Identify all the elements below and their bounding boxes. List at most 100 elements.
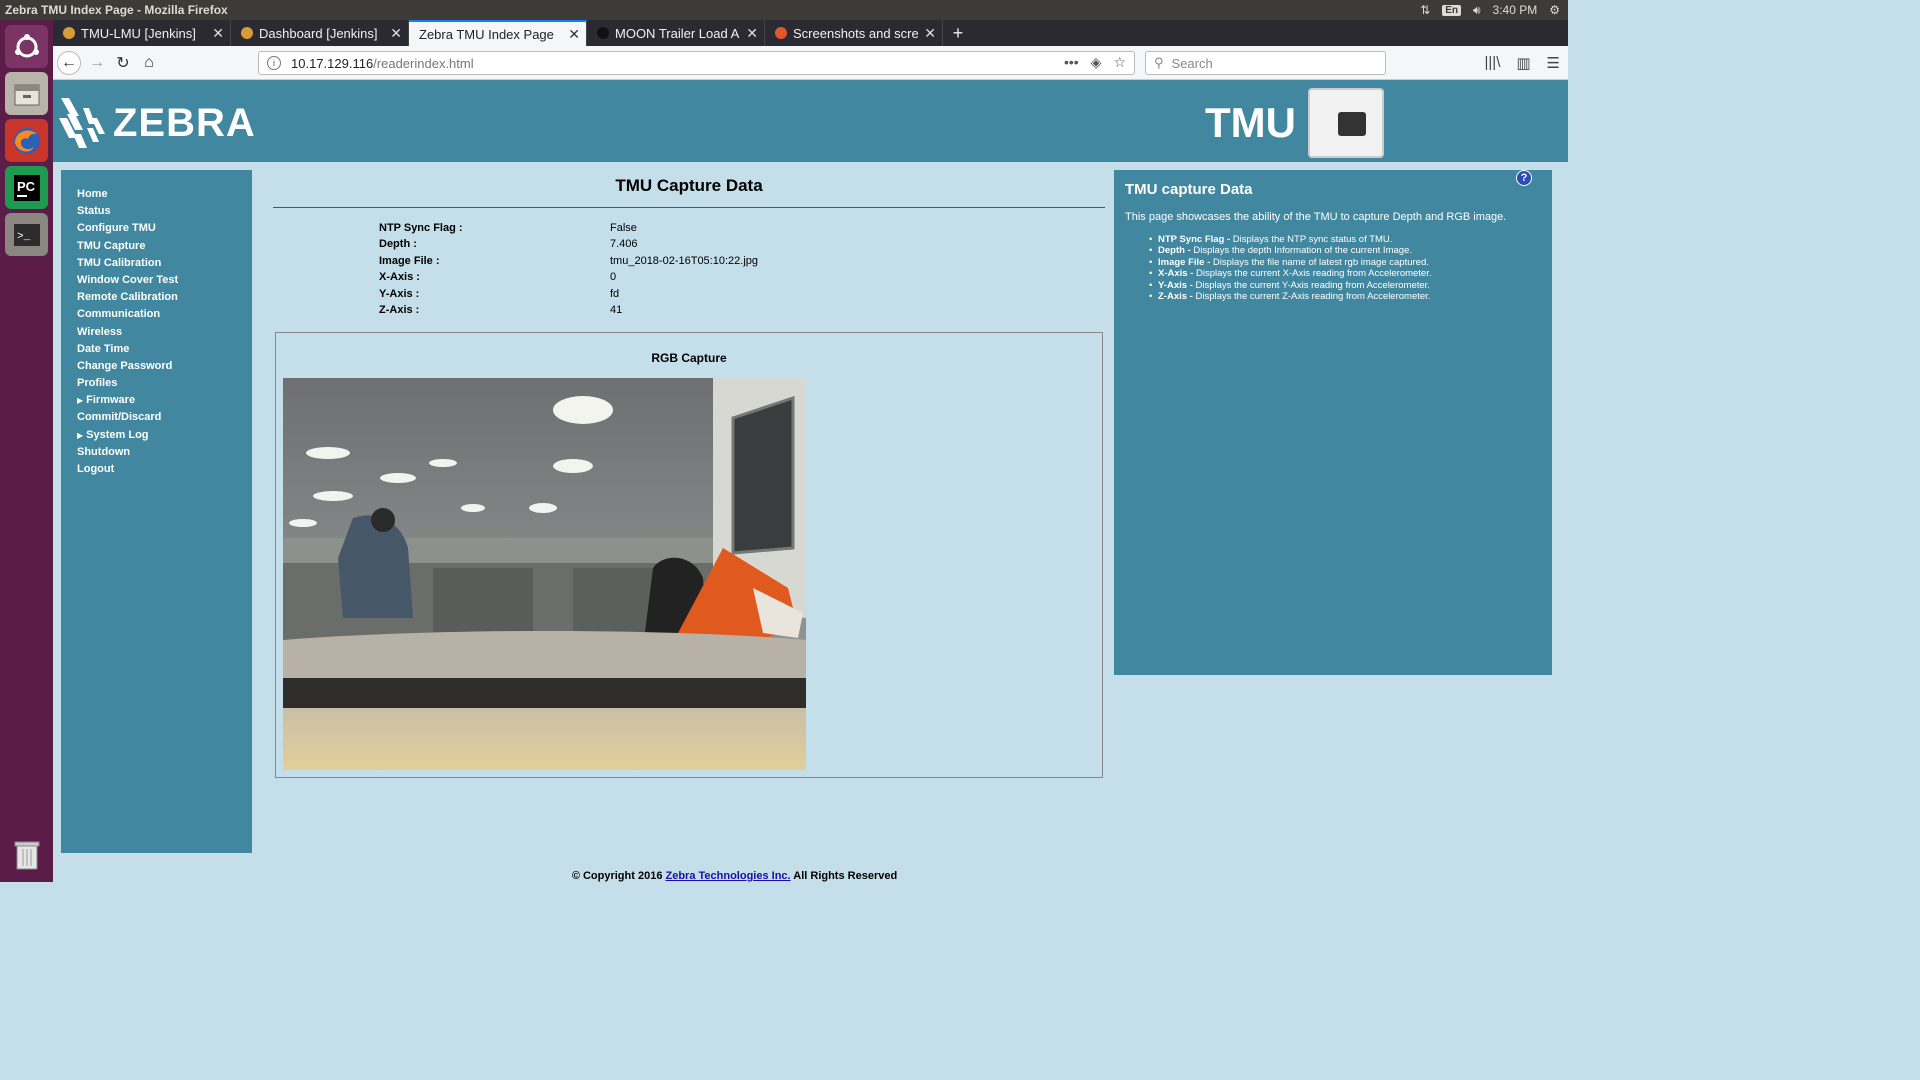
tab-zebra-tmu-index[interactable]: Zebra TMU Index Page ✕ — [409, 20, 587, 46]
help-description: Displays the depth Information of the cu… — [1190, 245, 1412, 257]
sidebar-item-tmu-calibration[interactable]: TMU Calibration — [61, 256, 252, 273]
sidebar-item-label: Profiles — [77, 377, 118, 390]
browser-tab-strip: TMU-LMU [Jenkins] ✕ Dashboard [Jenkins] … — [53, 20, 1568, 46]
sidebar-item-label: Date Time — [77, 342, 130, 355]
sidebar-item-label: Window Cover Test — [77, 273, 179, 286]
sidebar-item-commit-discard[interactable]: Commit/Discard — [61, 410, 252, 427]
sidebar-item-label: Shutdown — [77, 445, 131, 458]
sidebar-item-home[interactable]: Home — [61, 187, 252, 204]
sidebar-item-status[interactable]: Status — [61, 204, 252, 221]
settings-gear-icon[interactable]: ⚙ — [1549, 3, 1560, 17]
terminal-icon[interactable]: >_ — [5, 213, 48, 256]
search-input[interactable]: ⚲ Search — [1145, 51, 1386, 75]
reload-icon[interactable]: ↻ — [111, 51, 135, 75]
back-arrow-icon[interactable]: ← — [57, 51, 81, 75]
keyboard-indicator[interactable]: En — [1442, 4, 1461, 16]
close-tab-icon[interactable]: ✕ — [746, 25, 758, 42]
firefox-icon[interactable] — [5, 119, 48, 162]
os-indicators: ⇅ En 🔊︎ 3:40 PM ⚙ — [1420, 0, 1560, 20]
close-tab-icon[interactable]: ✕ — [568, 26, 580, 43]
footer-copyright: © Copyright 2016 — [571, 870, 666, 882]
tab-label: Dashboard [Jenkins] — [259, 25, 378, 41]
bookmark-star-icon[interactable]: ☆ — [1113, 54, 1126, 71]
page-header-banner: ZEBRA TMU — [53, 80, 1568, 162]
close-tab-icon[interactable]: ✕ — [212, 25, 224, 42]
footer-company-link[interactable]: Zebra Technologies Inc. — [666, 870, 791, 882]
tab-label: Screenshots and screen — [793, 25, 919, 41]
help-term: Image File - — [1158, 256, 1211, 268]
help-list-item: Depth - Displays the depth Information o… — [1149, 245, 1432, 257]
sidebar-item-configure-tmu[interactable]: Configure TMU — [61, 221, 252, 238]
tmu-wordmark: TMU — [1205, 99, 1296, 146]
help-description: Displays the current X-Axis reading from… — [1193, 268, 1432, 280]
github-favicon-icon — [597, 27, 609, 39]
sidebar-toggle-icon[interactable]: ▥ — [1516, 54, 1530, 72]
jenkins-favicon-icon — [241, 27, 253, 39]
help-description: Displays the current Z-Axis reading from… — [1192, 290, 1431, 302]
sidebar-item-firmware[interactable]: ▶ Firmware — [61, 393, 252, 410]
field-label: Y-Axis : — [379, 287, 420, 300]
tab-screenshots[interactable]: Screenshots and screen ✕ — [765, 20, 943, 46]
url-host: 10.17.129.116 — [291, 55, 374, 71]
hamburger-menu-icon[interactable]: ☰ — [1547, 54, 1560, 72]
sidebar-item-label: Commit/Discard — [77, 411, 162, 424]
help-term: Z-Axis - — [1158, 290, 1193, 302]
rgb-capture-image — [283, 378, 806, 770]
close-tab-icon[interactable]: ✕ — [390, 25, 402, 42]
field-label: Z-Axis : — [379, 303, 420, 316]
field-label: Depth : — [379, 238, 417, 251]
tmu-logo: TMU — [1205, 88, 1384, 158]
sidebar-item-date-time[interactable]: Date Time — [61, 342, 252, 359]
network-icon[interactable]: ⇅ — [1420, 3, 1430, 17]
pocket-icon[interactable]: ◈ — [1091, 54, 1102, 71]
footer: © Copyright 2016 Zebra Technologies Inc.… — [53, 870, 1416, 882]
tab-label: TMU-LMU [Jenkins] — [81, 25, 196, 41]
sidebar-item-wireless[interactable]: Wireless — [61, 325, 252, 342]
tmu-device-image — [1307, 88, 1384, 158]
sidebar-item-tmu-capture[interactable]: TMU Capture — [61, 239, 252, 256]
sidebar-item-label: Status — [77, 205, 111, 218]
trash-icon[interactable] — [5, 833, 48, 876]
sidebar-item-change-password[interactable]: Change Password — [61, 359, 252, 376]
field-value: 7.406 — [610, 238, 638, 251]
zebra-logo[interactable]: ZEBRA — [57, 94, 256, 152]
files-icon[interactable] — [5, 72, 48, 115]
sidebar-item-communication[interactable]: Communication — [61, 307, 252, 324]
url-bar[interactable]: i 10.17.129.116/readerindex.html ••• ◈ ☆ — [258, 51, 1135, 75]
sidebar-item-window-cover-test[interactable]: Window Cover Test — [61, 273, 252, 290]
sidebar-item-label: System Log — [86, 428, 149, 441]
new-tab-plus-icon[interactable]: + — [943, 20, 973, 46]
sidebar-nav: Home Status Configure TMU TMU Capture TMU Ca… — [61, 170, 252, 853]
library-icon[interactable]: |||\ — [1485, 54, 1501, 72]
sidebar-item-remote-calibration[interactable]: Remote Calibration — [61, 290, 252, 307]
capture-fields: NTP Sync Flag : False Depth : 7.406 Image Fi… — [379, 222, 758, 320]
sidebar-item-label: Logout — [77, 463, 115, 475]
capture-field-row: Depth : 7.406 — [379, 238, 758, 254]
tab-dashboard-jenkins[interactable]: Dashboard [Jenkins] ✕ — [231, 20, 409, 46]
sidebar-item-profiles[interactable]: Profiles — [61, 376, 252, 393]
capture-field-row: Z-Axis : 41 — [379, 304, 758, 320]
page-title: TMU Capture Data — [615, 176, 763, 195]
tab-tmu-lmu-jenkins[interactable]: TMU-LMU [Jenkins] ✕ — [53, 20, 231, 46]
clock[interactable]: 3:40 PM — [1493, 3, 1538, 17]
ubuntu-dash-icon[interactable] — [5, 25, 48, 68]
help-list-item: X-Axis - Displays the current X-Axis rea… — [1149, 268, 1432, 280]
volume-icon[interactable]: 🔊︎ — [1473, 3, 1481, 18]
page-actions-ellipsis-icon[interactable]: ••• — [1064, 54, 1079, 71]
sidebar-item-label: Firmware — [86, 394, 136, 407]
site-info-icon[interactable]: i — [267, 56, 281, 70]
sidebar-item-label: Remote Calibration — [77, 291, 178, 304]
sidebar-item-label: TMU Calibration — [77, 256, 162, 269]
sidebar-item-shutdown[interactable]: Shutdown — [61, 445, 252, 462]
help-question-icon[interactable]: ? — [1516, 170, 1532, 186]
help-term: Depth - — [1158, 245, 1191, 257]
field-label: X-Axis : — [379, 271, 420, 284]
home-icon[interactable]: ⌂ — [137, 51, 161, 75]
svg-text:PC: PC — [17, 179, 36, 194]
sidebar-item-system-log[interactable]: ▶ System Log — [61, 428, 252, 445]
pycharm-icon[interactable]: PC — [5, 166, 48, 209]
close-tab-icon[interactable]: ✕ — [924, 25, 936, 42]
tab-moon-trailer[interactable]: MOON Trailer Load Ana ✕ — [587, 20, 765, 46]
sidebar-item-logout[interactable]: Logout — [61, 462, 252, 479]
forward-arrow-icon[interactable]: → — [85, 51, 109, 75]
